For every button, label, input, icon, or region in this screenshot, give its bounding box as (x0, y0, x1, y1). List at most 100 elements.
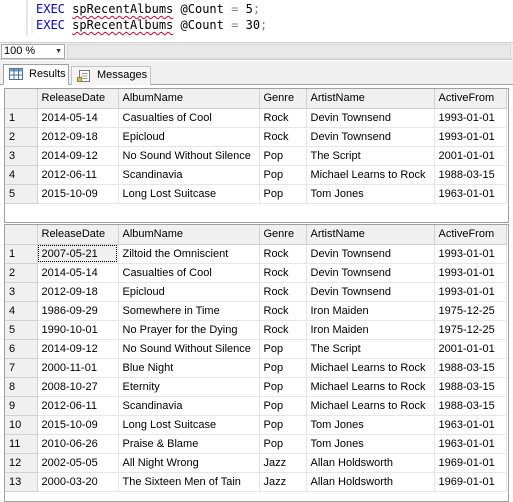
row-number[interactable]: 11 (5, 434, 38, 454)
row-number[interactable]: 4 (5, 301, 38, 321)
query-editor[interactable]: EXEC spRecentAlbums @Count = 5; EXEC spR… (0, 0, 513, 42)
cell-activefrom[interactable]: 1975-12-25 (434, 301, 507, 321)
tab-results[interactable]: Results (3, 64, 69, 85)
column-header-activefrom[interactable]: ActiveFrom (434, 225, 507, 245)
cell-genre[interactable]: Jazz (259, 453, 307, 473)
cell-albumname[interactable]: Praise & Blame (118, 434, 260, 454)
row-number[interactable]: 2 (5, 127, 38, 147)
row-number[interactable]: 3 (5, 282, 38, 302)
cell-releasedate[interactable]: 2012-09-18 (37, 282, 119, 302)
result-grid-2[interactable]: ReleaseDate AlbumName Genre ArtistName A… (4, 224, 509, 502)
cell-releasedate[interactable]: 1990-10-01 (37, 320, 119, 340)
cell-artistname[interactable]: Devin Townsend (306, 244, 435, 264)
cell-artistname[interactable]: Iron Maiden (306, 320, 435, 340)
table-row[interactable]: 4 1986-09-29 Somewhere in Time Rock Iron Mai… (5, 301, 507, 321)
cell-releasedate[interactable]: 2014-09-12 (37, 339, 119, 359)
cell-albumname[interactable]: Long Lost Suitcase (118, 184, 260, 204)
cell-releasedate[interactable]: 2008-10-27 (37, 377, 119, 397)
cell-artistname[interactable]: Tom Jones (306, 434, 435, 454)
cell-albumname[interactable]: No Prayer for the Dying (118, 320, 260, 340)
cell-genre[interactable]: Pop (259, 415, 307, 435)
cell-artistname[interactable]: Iron Maiden (306, 301, 435, 321)
row-number[interactable]: 13 (5, 472, 38, 492)
cell-artistname[interactable]: Allan Holdsworth (306, 472, 435, 492)
cell-activefrom[interactable]: 1993-01-01 (434, 263, 507, 283)
column-header-albumname[interactable]: AlbumName (118, 89, 260, 109)
cell-genre[interactable]: Pop (259, 396, 307, 416)
cell-artistname[interactable]: Devin Townsend (306, 108, 435, 128)
cell-artistname[interactable]: Devin Townsend (306, 127, 435, 147)
cell-artistname[interactable]: Michael Learns to Rock (306, 377, 435, 397)
table-row[interactable]: 3 2012-09-18 Epicloud Rock Devin Townsend 199… (5, 282, 507, 302)
table-row[interactable]: 2 2014-05-14 Casualties of Cool Rock Devin T… (5, 263, 507, 283)
cell-genre[interactable]: Pop (259, 165, 307, 185)
cell-albumname[interactable]: Casualties of Cool (118, 108, 260, 128)
cell-artistname[interactable]: Michael Learns to Rock (306, 358, 435, 378)
cell-artistname[interactable]: Michael Learns to Rock (306, 165, 435, 185)
cell-activefrom[interactable]: 1993-01-01 (434, 282, 507, 302)
cell-releasedate[interactable]: 2000-03-20 (37, 472, 119, 492)
cell-releasedate[interactable]: 1986-09-29 (37, 301, 119, 321)
table-row[interactable]: 8 2008-10-27 Eternity Pop Michael Learns to … (5, 377, 507, 397)
table-row[interactable]: 13 2000-03-20 The Sixteen Men of Tain Jazz A… (5, 472, 507, 492)
cell-albumname[interactable]: All Night Wrong (118, 453, 260, 473)
cell-activefrom[interactable]: 1963-01-01 (434, 184, 507, 204)
table-row[interactable]: 3 2014-09-12 No Sound Without Silence Pop Th… (5, 146, 507, 166)
cell-activefrom[interactable]: 2001-01-01 (434, 339, 507, 359)
row-number[interactable]: 3 (5, 146, 38, 166)
cell-genre[interactable]: Jazz (259, 472, 307, 492)
row-number[interactable]: 1 (5, 108, 38, 128)
cell-genre[interactable]: Rock (259, 282, 307, 302)
code-line-2[interactable]: EXEC spRecentAlbums @Count = 30; (36, 17, 267, 33)
cell-activefrom[interactable]: 1988-03-15 (434, 377, 507, 397)
cell-releasedate[interactable]: 2007-05-21 (37, 244, 119, 264)
cell-genre[interactable]: Rock (259, 127, 307, 147)
cell-releasedate[interactable]: 2000-11-01 (37, 358, 119, 378)
table-row[interactable]: 2 2012-09-18 Epicloud Rock Devin Townsend 199… (5, 127, 507, 147)
cell-releasedate[interactable]: 2014-05-14 (37, 263, 119, 283)
zoom-select[interactable]: 100 % ▼ (1, 44, 65, 59)
cell-albumname[interactable]: Long Lost Suitcase (118, 415, 260, 435)
table-row[interactable]: 5 2015-10-09 Long Lost Suitcase Pop Tom Jone… (5, 184, 507, 204)
cell-genre[interactable]: Rock (259, 320, 307, 340)
code-line-1[interactable]: EXEC spRecentAlbums @Count = 5; (36, 1, 260, 17)
cell-activefrom[interactable]: 1993-01-01 (434, 108, 507, 128)
table-row[interactable]: 5 1990-10-01 No Prayer for the Dying Rock Ir… (5, 320, 507, 340)
cell-genre[interactable]: Pop (259, 184, 307, 204)
cell-activefrom[interactable]: 1993-01-01 (434, 244, 507, 264)
row-number[interactable]: 12 (5, 453, 38, 473)
cell-releasedate[interactable]: 2012-06-11 (37, 165, 119, 185)
row-number[interactable]: 9 (5, 396, 38, 416)
column-header-releasedate[interactable]: ReleaseDate (37, 225, 119, 245)
cell-activefrom[interactable]: 1988-03-15 (434, 165, 507, 185)
column-header-artistname[interactable]: ArtistName (306, 89, 435, 109)
cell-genre[interactable]: Pop (259, 358, 307, 378)
cell-albumname[interactable]: Eternity (118, 377, 260, 397)
cell-albumname[interactable]: No Sound Without Silence (118, 339, 260, 359)
cell-activefrom[interactable]: 1993-01-01 (434, 127, 507, 147)
table-row[interactable]: 7 2000-11-01 Blue Night Pop Michael Learns t… (5, 358, 507, 378)
cell-releasedate[interactable]: 2014-09-12 (37, 146, 119, 166)
cell-activefrom[interactable]: 1969-01-01 (434, 453, 507, 473)
cell-albumname[interactable]: Casualties of Cool (118, 263, 260, 283)
cell-genre[interactable]: Pop (259, 339, 307, 359)
grid-corner[interactable] (5, 89, 38, 109)
cell-activefrom[interactable]: 1963-01-01 (434, 415, 507, 435)
column-header-artistname[interactable]: ArtistName (306, 225, 435, 245)
row-number[interactable]: 1 (5, 244, 38, 264)
result-grid-1[interactable]: ReleaseDate AlbumName Genre ArtistName A… (4, 88, 509, 223)
table-row[interactable]: 6 2014-09-12 No Sound Without Silence Pop Th… (5, 339, 507, 359)
table-row[interactable]: 1 2014-05-14 Casualties of Cool Rock Devin T… (5, 108, 507, 128)
table-row[interactable]: 4 2012-06-11 Scandinavia Pop Michael Learns … (5, 165, 507, 185)
cell-releasedate[interactable]: 2010-06-26 (37, 434, 119, 454)
cell-genre[interactable]: Pop (259, 146, 307, 166)
horizontal-scrollbar[interactable] (67, 44, 511, 59)
row-number[interactable]: 6 (5, 339, 38, 359)
cell-releasedate[interactable]: 2012-06-11 (37, 396, 119, 416)
cell-artistname[interactable]: Tom Jones (306, 184, 435, 204)
cell-genre[interactable]: Rock (259, 244, 307, 264)
cell-genre[interactable]: Pop (259, 377, 307, 397)
cell-albumname[interactable]: Ziltoid the Omniscient (118, 244, 260, 264)
table-row[interactable]: 1 2007-05-21 Ziltoid the Omniscient Rock Dev… (5, 244, 507, 264)
table-row[interactable]: 9 2012-06-11 Scandinavia Pop Michael Learns … (5, 396, 507, 416)
